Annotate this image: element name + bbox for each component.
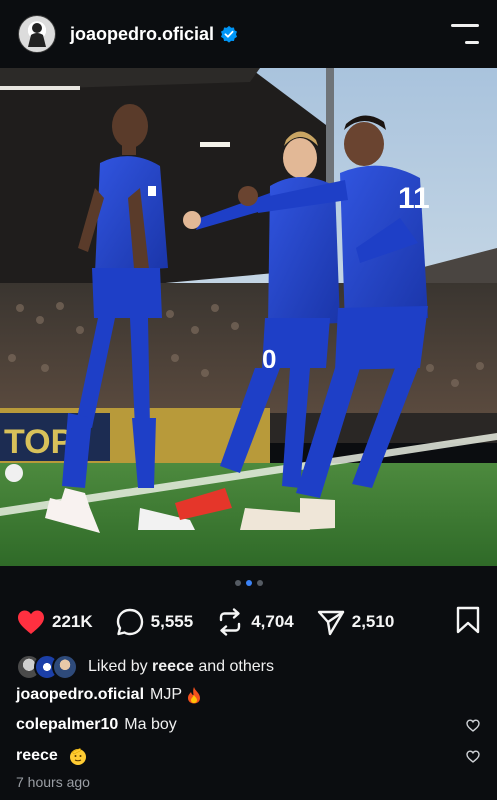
player-silhouette-icon [28, 23, 46, 47]
like-count: 221K [52, 612, 93, 631]
comment-like-heart-icon[interactable] [466, 718, 480, 732]
share-count: 2,510 [351, 612, 395, 631]
carousel-dot-active [245, 580, 252, 586]
save-button[interactable] [455, 606, 481, 639]
caption-text: MJP [150, 686, 183, 703]
comment-bubble-icon [116, 608, 143, 636]
post-username[interactable]: joaopedro.oficial [70, 24, 214, 45]
repost-icon [219, 608, 241, 636]
comment-count: 5,555 [150, 612, 194, 631]
menu-icon[interactable] [451, 24, 479, 44]
liked-by-suffix: and others [198, 658, 274, 675]
comment-button[interactable]: 5,555 [115, 607, 194, 637]
verified-badge-icon [221, 25, 238, 43]
liked-by-prefix: Liked by [88, 658, 148, 675]
comment-row: reece [16, 746, 486, 766]
fire-emoji-icon [188, 687, 201, 704]
bookmark-icon [456, 606, 480, 633]
liked-by-text: Liked by reece and others [88, 658, 274, 676]
carousel-dot [234, 580, 241, 586]
post-header: joaopedro.oficial [0, 0, 497, 68]
avatar [52, 654, 78, 680]
repost-button[interactable]: 4,704 [215, 607, 294, 637]
send-paper-plane-icon [317, 610, 344, 636]
liked-by-row[interactable]: Liked by reece and others [16, 652, 274, 682]
repost-count: 4,704 [251, 612, 294, 631]
svg-text:11: 11 [398, 182, 430, 215]
comment-username[interactable]: colepalmer10 [16, 716, 118, 734]
like-button[interactable]: 221K [16, 607, 93, 637]
post-caption: joaopedro.oficial MJP [16, 686, 486, 704]
comment-row: colepalmer10 Ma boy [16, 716, 486, 734]
heart-filled-icon [18, 610, 44, 634]
saluting-face-emoji-icon [69, 748, 86, 765]
post-photo[interactable]: TOP 0 11 [0, 68, 497, 566]
svg-text:TOP: TOP [4, 423, 73, 461]
liker-avatars [16, 654, 78, 680]
carousel-indicator [0, 580, 497, 586]
post-timestamp: 7 hours ago [16, 774, 90, 790]
comment-text: Ma boy [124, 716, 177, 733]
action-bar: 221K 5,555 4,704 2,510 [16, 604, 481, 640]
comment-username[interactable]: reece [16, 747, 58, 765]
comment-like-heart-icon[interactable] [466, 749, 480, 763]
carousel-dot [256, 580, 263, 586]
caption-username[interactable]: joaopedro.oficial [16, 686, 144, 704]
liked-by-user[interactable]: reece [152, 658, 194, 675]
profile-avatar[interactable] [18, 15, 56, 53]
share-button[interactable]: 2,510 [316, 607, 395, 637]
celebration-photo-illustration: TOP 0 11 [0, 68, 497, 566]
